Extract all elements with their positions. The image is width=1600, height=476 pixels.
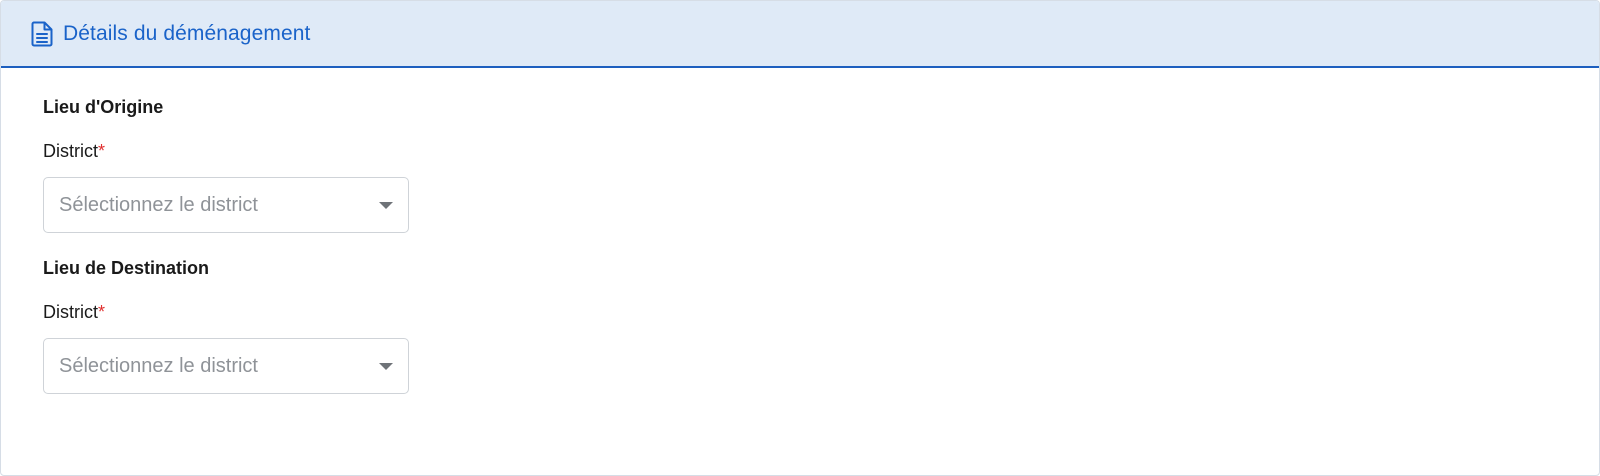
- destination-section-title: Lieu de Destination: [43, 258, 210, 278]
- origin-district-label-text: District: [43, 141, 98, 161]
- destination-district-label: District*: [43, 300, 1599, 324]
- card-header: Détails du déménagement: [1, 1, 1599, 68]
- required-marker: *: [98, 302, 106, 322]
- origin-district-placeholder: Sélectionnez le district: [59, 193, 258, 216]
- origin-district-select[interactable]: Sélectionnez le district: [43, 177, 409, 233]
- origin-section: Lieu d'Origine District* Sélectionnez le…: [43, 92, 1599, 233]
- required-marker: *: [98, 141, 106, 161]
- origin-district-label: District*: [43, 139, 1599, 163]
- destination-district-placeholder: Sélectionnez le district: [59, 354, 258, 377]
- destination-section: Lieu de Destination District* Sélectionn…: [43, 253, 1599, 394]
- destination-district-label-text: District: [43, 302, 98, 322]
- origin-section-title: Lieu d'Origine: [43, 97, 164, 117]
- card-title: Détails du déménagement: [63, 21, 311, 45]
- caret-down-icon: [379, 363, 393, 370]
- document-icon: [31, 21, 53, 47]
- card-body: Lieu d'Origine District* Sélectionnez le…: [1, 68, 1599, 394]
- destination-district-select[interactable]: Sélectionnez le district: [43, 338, 409, 394]
- caret-down-icon: [379, 202, 393, 209]
- moving-details-card: Détails du déménagement Lieu d'Origine D…: [0, 0, 1600, 476]
